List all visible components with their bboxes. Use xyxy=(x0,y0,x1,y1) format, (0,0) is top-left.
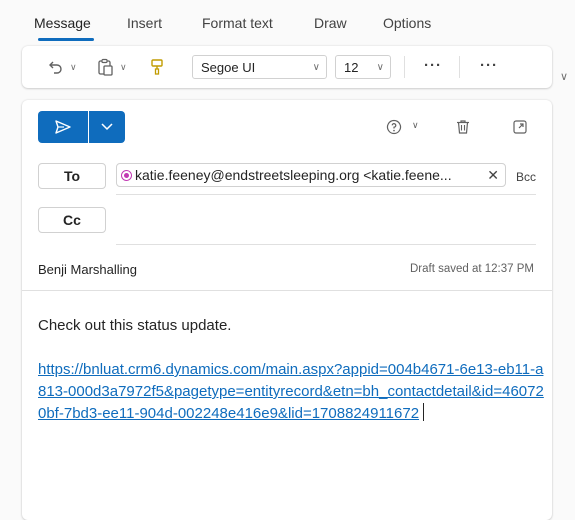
tab-insert[interactable]: Insert xyxy=(127,15,162,31)
text-caret xyxy=(423,403,425,421)
delete-icon xyxy=(457,120,469,134)
tab-message[interactable]: Message xyxy=(34,15,91,31)
format-painter-button[interactable] xyxy=(148,57,166,77)
sensitivity-icon xyxy=(386,119,402,135)
tab-draw[interactable]: Draw xyxy=(314,15,347,31)
close-icon[interactable]: ✕ xyxy=(481,167,499,184)
ribbon-toolbar: ∨ ∨ Segoe UI ∨ 12 ∨ ··· ··· xyxy=(22,46,552,88)
cc-button[interactable]: Cc xyxy=(38,207,106,233)
tab-options[interactable]: Options xyxy=(383,15,431,31)
chevron-down-icon[interactable]: ∨ xyxy=(412,120,419,131)
popout-button[interactable] xyxy=(512,119,528,140)
contact-status-icon xyxy=(121,169,132,181)
ribbon-divider xyxy=(459,56,460,78)
cc-row-divider xyxy=(116,244,536,245)
link-text[interactable]: https://bnluat.crm6.dynamics.com/main.as… xyxy=(38,361,544,422)
more-options-button[interactable]: ··· xyxy=(480,57,498,74)
to-button[interactable]: To xyxy=(38,163,106,189)
send-options-button[interactable] xyxy=(89,111,125,143)
sender-name: Benji Marshalling xyxy=(38,262,137,277)
message-body-text[interactable]: Check out this status update. xyxy=(38,317,231,334)
format-painter-icon xyxy=(151,59,163,75)
ribbon-expand-chevron-icon[interactable]: ∨ xyxy=(560,70,568,83)
font-size-value: 12 xyxy=(344,59,359,75)
font-size-select[interactable]: 12 ∨ xyxy=(335,55,391,79)
ribbon-divider xyxy=(404,56,405,78)
chevron-down-icon: ∨ xyxy=(120,61,127,72)
tab-format-text[interactable]: Format text xyxy=(202,15,273,31)
undo-button[interactable]: ∨ xyxy=(46,57,77,77)
bcc-button[interactable]: Bcc xyxy=(516,170,536,184)
chevron-down-icon xyxy=(101,123,113,131)
chevron-down-icon: ∨ xyxy=(312,61,320,73)
chevron-down-icon: ∨ xyxy=(70,61,77,72)
message-body-link[interactable]: https://bnluat.crm6.dynamics.com/main.as… xyxy=(38,359,548,425)
more-formatting-button[interactable]: ··· xyxy=(424,57,442,74)
header-divider xyxy=(22,290,552,291)
chevron-down-icon: ∨ xyxy=(376,61,384,73)
font-name-select[interactable]: Segoe UI ∨ xyxy=(192,55,327,79)
recipient-chip[interactable]: katie.feeney@endstreetsleeping.org <kati… xyxy=(116,163,506,187)
send-icon xyxy=(55,120,71,134)
paste-button[interactable]: ∨ xyxy=(96,57,127,77)
draft-status: Draft saved at 12:37 PM xyxy=(409,263,534,275)
send-button[interactable] xyxy=(38,111,88,143)
active-tab-indicator xyxy=(38,38,94,41)
to-row-divider xyxy=(116,194,536,195)
discard-button[interactable] xyxy=(455,119,471,140)
compose-pane: ∨ To katie.feeney@endstreetsleeping.org … xyxy=(22,100,552,520)
font-name-value: Segoe UI xyxy=(201,59,256,75)
sensitivity-button[interactable] xyxy=(386,119,402,140)
ribbon-tabs: Message Insert Format text Draw Options xyxy=(0,0,575,41)
popout-icon xyxy=(513,120,527,134)
undo-icon xyxy=(49,61,62,74)
recipient-address: katie.feeney@endstreetsleeping.org <kati… xyxy=(135,167,452,183)
paste-icon xyxy=(98,58,113,76)
